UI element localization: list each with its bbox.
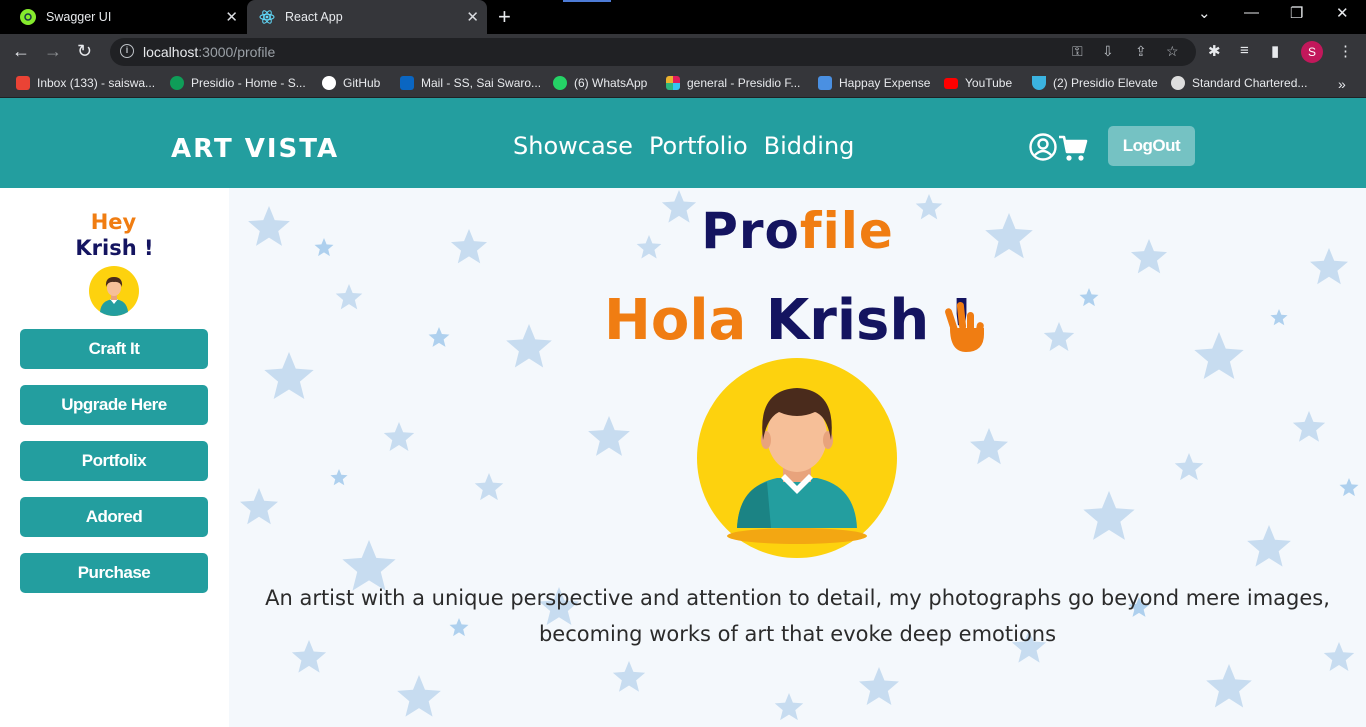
bookmarks-bar: Inbox (133) - saiswa... Presidio - Home … <box>0 70 1366 98</box>
restore-window-icon[interactable]: ❐ <box>1290 4 1303 22</box>
install-app-icon[interactable]: ⇩ <box>1102 43 1114 60</box>
tab-title: Swagger UI <box>46 10 112 24</box>
purchase-button[interactable]: Purchase <box>20 553 208 593</box>
bookmark-whatsapp[interactable]: (6) WhatsApp <box>553 76 647 90</box>
minimize-window-icon[interactable]: — <box>1244 4 1259 21</box>
bookmark-star-icon[interactable]: ☆ <box>1166 43 1179 60</box>
bookmark-presidio-elevate[interactable]: (2) Presidio Elevate <box>1032 76 1158 90</box>
shopping-cart-icon[interactable] <box>1058 134 1088 162</box>
browser-tab-strip: Swagger UI ✕ React App ✕ + ⌄ — ❐ ✕ <box>0 0 1366 34</box>
bookmark-youtube[interactable]: YouTube <box>944 76 1012 90</box>
brand-logo[interactable]: ART VISTA <box>171 134 339 164</box>
bookmark-github[interactable]: GitHub <box>322 76 380 90</box>
craft-it-button[interactable]: Craft It <box>20 329 208 369</box>
tab-search-chevron-icon[interactable]: ⌄ <box>1198 4 1211 22</box>
profile-bio: An artist with a unique perspective and … <box>265 586 1330 646</box>
adored-button[interactable]: Adored <box>20 497 208 537</box>
side-panel-icon[interactable]: ▮ <box>1271 42 1279 60</box>
bookmark-gmail[interactable]: Inbox (133) - saiswa... <box>16 76 155 90</box>
sidebar-username: Krish ! <box>75 236 154 260</box>
tab-strip-accent <box>563 0 611 2</box>
user-account-icon[interactable] <box>1029 133 1057 161</box>
browser-menu-icon[interactable]: ⋮ <box>1338 42 1353 60</box>
whatsapp-icon <box>553 76 567 90</box>
elevate-icon <box>1032 76 1046 90</box>
globe-icon <box>1171 76 1185 90</box>
site-info-icon[interactable]: i <box>120 44 134 58</box>
sidebar-avatar <box>89 266 139 316</box>
profile-title: Profile <box>701 202 894 260</box>
app-navbar: ART VISTA Showcase Portfolio Bidding Log… <box>0 104 1366 188</box>
address-url[interactable]: localhost:3000/profile <box>143 44 275 60</box>
bookmark-slack-general[interactable]: general - Presidio F... <box>666 76 800 90</box>
bookmark-standard-chartered[interactable]: Standard Chartered... <box>1171 76 1307 90</box>
gmail-icon <box>16 76 30 90</box>
bookmark-presidio-home[interactable]: Presidio - Home - S... <box>170 76 306 90</box>
address-bar[interactable]: i localhost:3000/profile ⚿ ⇩ ⇪ ☆ <box>110 38 1196 66</box>
tab-close-icon[interactable]: ✕ <box>466 8 479 26</box>
sidebar-greeting: Hey <box>90 210 137 234</box>
waving-hand-icon <box>945 302 984 352</box>
forward-arrow-icon[interactable]: → <box>44 41 62 62</box>
tab-title: React App <box>285 10 343 24</box>
upgrade-here-button[interactable]: Upgrade Here <box>20 385 208 425</box>
happay-icon <box>818 76 832 90</box>
browser-tab-swagger[interactable]: Swagger UI ✕ <box>8 0 246 34</box>
slack-icon <box>666 76 680 90</box>
profile-content: Profile Hola Krish ! An artist with a un… <box>229 188 1366 727</box>
bookmark-mail[interactable]: Mail - SS, Sai Swaro... <box>400 76 541 90</box>
nav-link-bidding[interactable]: Bidding <box>764 132 855 160</box>
media-queue-icon[interactable]: ≡ <box>1240 42 1249 59</box>
youtube-icon <box>944 77 958 89</box>
share-icon[interactable]: ⇪ <box>1135 43 1147 60</box>
nav-link-showcase[interactable]: Showcase <box>513 132 633 160</box>
react-favicon-icon <box>259 9 275 25</box>
logout-button[interactable]: LogOut <box>1108 126 1195 166</box>
close-window-icon[interactable]: ✕ <box>1336 4 1349 22</box>
browser-tab-react-app[interactable]: React App ✕ <box>247 0 487 34</box>
tab-close-icon[interactable]: ✕ <box>225 8 238 26</box>
profile-sidebar: Hey Krish ! Craft It Upgrade Here Portfo… <box>0 188 229 727</box>
profile-avatar-large <box>697 358 897 558</box>
extensions-puzzle-icon[interactable]: ✱ <box>1208 42 1221 60</box>
presidio-icon <box>170 76 184 90</box>
web-page: ART VISTA Showcase Portfolio Bidding Log… <box>0 98 1366 727</box>
outlook-icon <box>400 76 414 90</box>
swagger-favicon-icon <box>20 9 36 25</box>
portfolix-button[interactable]: Portfolix <box>20 441 208 481</box>
key-icon[interactable]: ⚿ <box>1072 43 1083 60</box>
nav-link-portfolio[interactable]: Portfolio <box>649 132 748 160</box>
reload-icon[interactable]: ↻ <box>77 41 92 62</box>
bookmark-happay[interactable]: Happay Expense <box>818 76 930 90</box>
browser-toolbar: ← → ↻ i localhost:3000/profile ⚿ ⇩ ⇪ ☆ ✱… <box>0 34 1366 70</box>
more-bookmarks-chevron-icon[interactable]: » <box>1338 76 1346 92</box>
profile-avatar[interactable]: S <box>1301 41 1323 63</box>
new-tab-plus-icon[interactable]: + <box>498 4 511 30</box>
nav-links: Showcase Portfolio Bidding <box>513 132 854 160</box>
back-arrow-icon[interactable]: ← <box>12 41 30 62</box>
hola-greeting: Hola Krish ! <box>604 288 975 353</box>
github-icon <box>322 76 336 90</box>
